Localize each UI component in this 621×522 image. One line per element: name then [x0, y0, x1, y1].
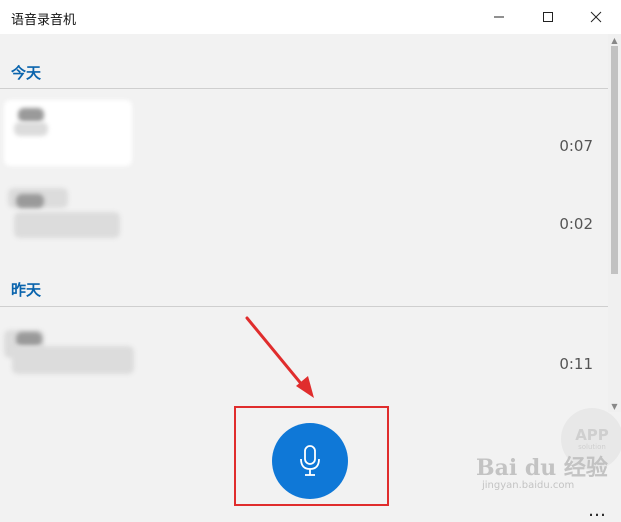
- maximize-button[interactable]: [525, 0, 571, 34]
- scroll-up-arrow-icon[interactable]: ▲: [608, 34, 621, 46]
- record-button[interactable]: [272, 423, 348, 499]
- obscured-recording-name: [16, 332, 42, 346]
- recording-duration: 0:02: [559, 215, 593, 233]
- section-divider: [0, 88, 608, 89]
- recording-duration: 0:11: [559, 355, 593, 373]
- minimize-button[interactable]: [476, 0, 522, 34]
- voice-recorder-window: 语音录音机 今天 0:07 0:02 昨天 0:11 ▲ ▼ APP solut…: [0, 0, 621, 522]
- obscured-recording-name: [12, 346, 134, 374]
- baidu-url-text: jingyan.baidu.com: [482, 480, 575, 491]
- app-title: 语音录音机: [11, 13, 77, 28]
- scroll-thumb[interactable]: [611, 46, 618, 274]
- recording-item[interactable]: 0:02: [0, 182, 604, 246]
- title-bar: 语音录音机: [0, 0, 621, 34]
- maximize-icon: [543, 12, 553, 22]
- obscured-recording-name: [14, 212, 120, 238]
- section-divider: [0, 306, 608, 307]
- recording-item[interactable]: 0:07: [0, 96, 604, 168]
- obscured-recording-name: [14, 122, 48, 136]
- close-icon: [590, 11, 602, 23]
- microphone-icon: [300, 445, 320, 476]
- scrollbar[interactable]: ▲ ▼: [608, 34, 621, 412]
- obscured-recording-name: [18, 108, 44, 122]
- recording-duration: 0:07: [559, 137, 593, 155]
- more-options-button[interactable]: …: [588, 500, 607, 521]
- watermark-app-text: APP: [575, 426, 609, 444]
- close-button[interactable]: [573, 0, 619, 34]
- obscured-recording-name: [16, 194, 44, 208]
- baidu-logo-text: Bai du 经验: [476, 455, 608, 481]
- baidu-watermark: Bai du 经验 jingyan.baidu.com: [476, 450, 616, 491]
- minimize-icon: [494, 16, 504, 18]
- section-header-today: 今天: [11, 64, 42, 82]
- scroll-down-arrow-icon[interactable]: ▼: [608, 400, 621, 412]
- section-header-yesterday: 昨天: [11, 281, 42, 299]
- recording-item[interactable]: 0:11: [0, 322, 604, 386]
